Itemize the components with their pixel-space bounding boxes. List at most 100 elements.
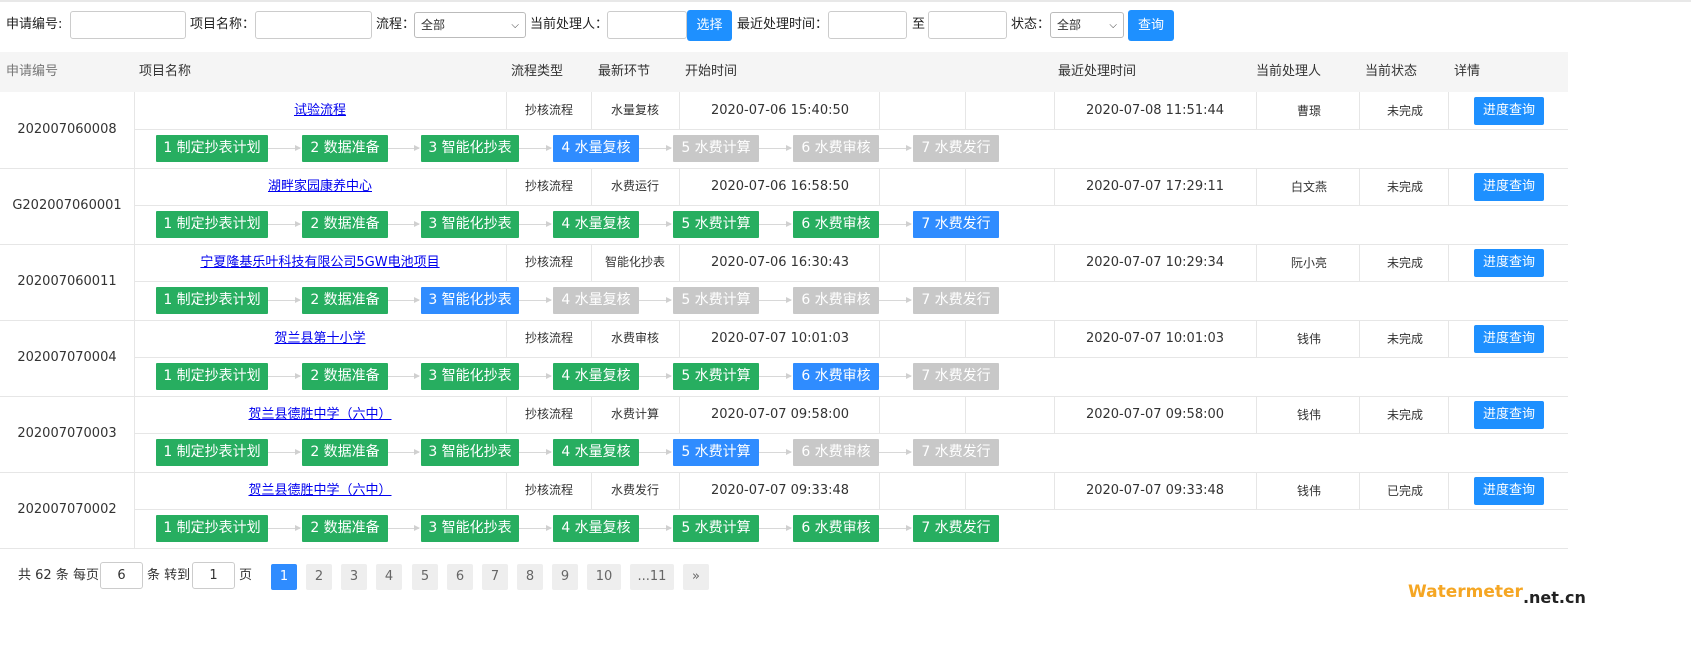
progress-query-button[interactable]: 进度查询 (1474, 401, 1544, 429)
watermark-logo: Watermeter.net.cn (1408, 582, 1586, 607)
project-name-cell: 贺兰县第十小学 (134, 320, 506, 358)
app-no-input[interactable] (70, 11, 186, 39)
step-5: 5 水费计算 (673, 211, 759, 238)
project-link[interactable]: 试验流程 (294, 103, 346, 118)
arrow-right-icon (268, 297, 301, 303)
handler-label: 当前处理人： (530, 17, 609, 32)
cell-divider (965, 168, 966, 206)
handler-input[interactable] (607, 11, 687, 39)
status-label: 状态： (1011, 17, 1051, 32)
page-button-2[interactable]: 2 (306, 564, 332, 590)
progress-steps: 1 制定抄表计划 2 数据准备 3 智能化抄表 4 水量复核 5 水费计算 6 水费审核 7… (156, 439, 1016, 466)
watermark-text-b: .net.cn (1522, 588, 1586, 607)
step-1: 1 制定抄表计划 (156, 363, 268, 390)
header-flow-type: 流程类型 (511, 64, 564, 79)
step-7: 7 水费发行 (913, 363, 999, 390)
project-link[interactable]: 贺兰县第十小学 (274, 331, 365, 346)
recent-time-start-input[interactable] (828, 11, 907, 39)
jump-page-input[interactable]: 1 (192, 562, 235, 589)
arrow-right-icon (879, 145, 912, 151)
progress-query-button[interactable]: 进度查询 (1474, 249, 1544, 277)
project-link[interactable]: 贺兰县德胜中学（六中） (248, 407, 391, 422)
progress-steps: 1 制定抄表计划 2 数据准备 3 智能化抄表 4 水量复核 5 水费计算 6 水费审核 7… (156, 515, 1016, 542)
step-1: 1 制定抄表计划 (156, 439, 268, 466)
pagination: 共 62 条 每页 6 条 转到 1 页 1 2 3 4 5 6 7 8 9 10 ...11» (0, 562, 1000, 590)
arrow-right-icon (879, 297, 912, 303)
page-button-5[interactable]: 5 (412, 564, 438, 590)
page-button-11[interactable]: ...11 (630, 564, 674, 590)
app-no-cell: G202007060001 (0, 168, 135, 244)
handler-cell: 曹璟 (1296, 104, 1321, 118)
start-time-cell: 2020-07-06 16:58:50 (710, 179, 850, 194)
arrow-right-icon (268, 449, 301, 455)
recent-time-end-input[interactable] (928, 11, 1007, 39)
step-2: 2 数据准备 (302, 211, 388, 238)
status-select[interactable]: 全部 ⌵ (1050, 12, 1124, 38)
flow-select-value: 全部 (421, 18, 446, 32)
page-button-9[interactable]: 9 (552, 564, 578, 590)
progress-query-button[interactable]: 进度查询 (1474, 97, 1544, 125)
page-button-6[interactable]: 6 (447, 564, 473, 590)
arrow-right-icon (388, 449, 420, 455)
header-latest-step: 最新环节 (598, 64, 651, 79)
select-button[interactable]: 选择 (687, 10, 732, 41)
page-button-10[interactable]: 10 (587, 564, 621, 590)
step-6: 6 水费审核 (793, 211, 879, 238)
handler-cell: 钱伟 (1296, 484, 1321, 498)
flow-select[interactable]: 全部 ⌵ (414, 12, 526, 38)
project-link[interactable]: 贺兰县德胜中学（六中） (248, 483, 391, 498)
next-page-button[interactable]: » (683, 564, 709, 590)
progress-query-button[interactable]: 进度查询 (1474, 325, 1544, 353)
flow-label: 流程： (376, 17, 416, 32)
arrow-right-icon (639, 145, 672, 151)
page-button-8[interactable]: 8 (517, 564, 543, 590)
progress-query-button[interactable]: 进度查询 (1474, 173, 1544, 201)
cell-divider (965, 472, 966, 510)
recent-time-cell: 2020-07-08 11:51:44 (1085, 103, 1225, 118)
project-link[interactable]: 宁夏隆基乐叶科技有限公司5GW电池项目 (200, 255, 439, 270)
status-cell: 未完成 (1386, 180, 1423, 194)
status-select-value: 全部 (1057, 18, 1082, 32)
step-4: 4 水量复核 (553, 211, 639, 238)
project-link[interactable]: 湖畔家园康养中心 (268, 179, 372, 194)
progress-query-button[interactable]: 进度查询 (1474, 477, 1544, 505)
arrow-right-icon (759, 525, 792, 531)
arrow-right-icon (639, 221, 672, 227)
status-cell: 未完成 (1386, 256, 1423, 270)
step-1: 1 制定抄表计划 (156, 211, 268, 238)
arrow-right-icon (879, 449, 912, 455)
chevron-down-icon: ⌵ (511, 20, 519, 31)
step-5: 5 水费计算 (673, 363, 759, 390)
handler-cell: 阮小亮 (1290, 256, 1327, 270)
cell-divider (1256, 168, 1257, 206)
jump-label: 条 转到 (147, 568, 191, 583)
arrow-right-icon (388, 145, 420, 151)
arrow-right-icon (388, 373, 420, 379)
recent-time-cell: 2020-07-07 09:33:48 (1085, 483, 1225, 498)
cell-divider (965, 92, 966, 130)
flow-type-cell: 抄核流程 (524, 103, 573, 117)
handler-cell: 钱伟 (1296, 332, 1321, 346)
latest-step-cell: 水量复核 (610, 103, 659, 117)
query-button[interactable]: 查询 (1128, 10, 1174, 41)
recent-time-cell: 2020-07-07 10:29:34 (1085, 255, 1225, 270)
project-name-cell: 宁夏隆基乐叶科技有限公司5GW电池项目 (134, 244, 506, 282)
per-page-input[interactable]: 6 (100, 562, 143, 589)
page-button-7[interactable]: 7 (482, 564, 508, 590)
project-name-cell: 贺兰县德胜中学（六中） (134, 396, 506, 434)
step-3: 3 智能化抄表 (421, 515, 519, 542)
arrow-right-icon (759, 373, 792, 379)
total-label: 共 62 条 每页 (18, 568, 99, 583)
step-7: 7 水费发行 (913, 211, 999, 238)
arrow-right-icon (639, 373, 672, 379)
table-row: G202007060001 湖畔家园康养中心 抄核流程 水费运行 2020-07-06 … (0, 168, 1568, 245)
flow-type-cell: 抄核流程 (524, 407, 573, 421)
page-button-1[interactable]: 1 (271, 564, 297, 590)
step-4: 4 水量复核 (553, 287, 639, 314)
step-6: 6 水费审核 (793, 515, 879, 542)
project-name-input[interactable] (255, 11, 372, 39)
arrow-right-icon (759, 297, 792, 303)
page-button-3[interactable]: 3 (341, 564, 367, 590)
page-button-4[interactable]: 4 (376, 564, 402, 590)
project-name-cell: 湖畔家园康养中心 (134, 168, 506, 206)
